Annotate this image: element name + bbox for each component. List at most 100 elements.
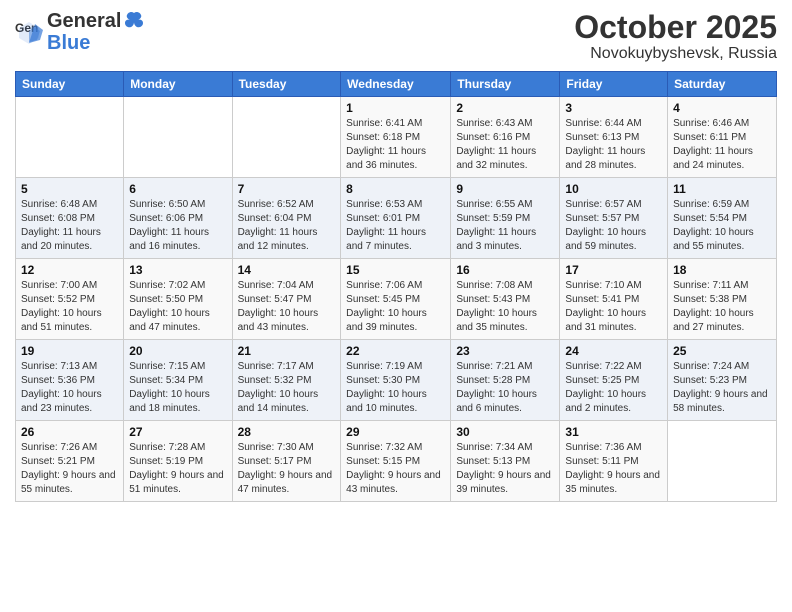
day-number: 5 <box>21 182 118 196</box>
calendar-cell: 15Sunrise: 7:06 AMSunset: 5:45 PMDayligh… <box>341 259 451 340</box>
day-number: 26 <box>21 425 118 439</box>
day-info: Sunrise: 6:59 AMSunset: 5:54 PMDaylight:… <box>673 198 771 254</box>
calendar-cell: 9 Sunrise: 6:55 AMSunset: 5:59 PMDaylight… <box>451 178 560 259</box>
day-number: 12 <box>21 263 118 277</box>
calendar-cell: 26 Sunrise: 7:26 AMSunset: 5:21 PMDayligh… <box>16 421 124 502</box>
calendar-cell: 14 Sunrise: 7:04 AMSunset: 5:47 PMDayligh… <box>232 259 341 340</box>
day-info: Sunrise: 7:17 AMSunset: 5:32 PMDaylight:… <box>238 360 336 416</box>
day-info: Sunrise: 7:36 AMSunset: 5:11 PMDaylight:… <box>565 441 662 497</box>
day-info: Sunrise: 7:10 AMSunset: 5:41 PMDaylight:… <box>565 279 662 335</box>
calendar-cell: 19 Sunrise: 7:13 AMSunset: 5:36 PMDayligh… <box>16 340 124 421</box>
day-info: Sunrise: 7:02 AMSunset: 5:50 PMDaylight:… <box>129 279 226 335</box>
calendar-cell: 31 Sunrise: 7:36 AMSunset: 5:11 PMDayligh… <box>560 421 668 502</box>
day-number: 20 <box>129 344 226 358</box>
day-info: Sunrise: 7:13 AMSunset: 5:36 PMDaylight:… <box>21 360 118 416</box>
location-title: Novokuybyshevsk, Russia <box>574 45 777 63</box>
day-number: 3 <box>565 101 662 115</box>
day-info: Sunrise: 7:04 AMSunset: 5:47 PMDaylight:… <box>238 279 336 335</box>
day-number: 25 <box>673 344 771 358</box>
logo-blue: Blue <box>47 32 145 54</box>
day-header-saturday: Saturday <box>668 72 777 97</box>
day-info: Sunrise: 7:34 AMSunset: 5:13 PMDaylight:… <box>456 441 554 497</box>
day-info: Sunrise: 7:30 AMSunset: 5:17 PMDaylight:… <box>238 441 336 497</box>
logo-text: General Blue <box>47 10 145 54</box>
day-number: 15 <box>346 263 445 277</box>
header: Gen General Blue October 2025 <box>15 10 777 63</box>
calendar-week-2: 5 Sunrise: 6:48 AMSunset: 6:08 PMDaylight… <box>16 178 777 259</box>
calendar-cell: 29 Sunrise: 7:32 AMSunset: 5:15 PMDayligh… <box>341 421 451 502</box>
day-number: 17 <box>565 263 662 277</box>
day-header-friday: Friday <box>560 72 668 97</box>
calendar-cell: 5 Sunrise: 6:48 AMSunset: 6:08 PMDaylight… <box>16 178 124 259</box>
day-header-thursday: Thursday <box>451 72 560 97</box>
day-info: Sunrise: 7:26 AMSunset: 5:21 PMDaylight:… <box>21 441 118 497</box>
calendar-week-5: 26 Sunrise: 7:26 AMSunset: 5:21 PMDayligh… <box>16 421 777 502</box>
day-number: 24 <box>565 344 662 358</box>
page-container: Gen General Blue October 2025 <box>0 0 792 512</box>
day-number: 16 <box>456 263 554 277</box>
calendar-cell: 24Sunrise: 7:22 AMSunset: 5:25 PMDayligh… <box>560 340 668 421</box>
day-number: 13 <box>129 263 226 277</box>
day-info: Sunrise: 7:19 AMSunset: 5:30 PMDaylight:… <box>346 360 445 416</box>
calendar-cell: 1 Sunrise: 6:41 AMSunset: 6:18 PMDaylight… <box>341 97 451 178</box>
day-info: Sunrise: 6:41 AMSunset: 6:18 PMDaylight:… <box>346 117 445 173</box>
logo-icon: Gen <box>15 18 43 46</box>
day-header-sunday: Sunday <box>16 72 124 97</box>
calendar-cell: 3 Sunrise: 6:44 AMSunset: 6:13 PMDaylight… <box>560 97 668 178</box>
day-number: 14 <box>238 263 336 277</box>
calendar-cell: 11Sunrise: 6:59 AMSunset: 5:54 PMDayligh… <box>668 178 777 259</box>
calendar-cell: 30Sunrise: 7:34 AMSunset: 5:13 PMDayligh… <box>451 421 560 502</box>
day-number: 29 <box>346 425 445 439</box>
day-header-tuesday: Tuesday <box>232 72 341 97</box>
calendar-cell: 4 Sunrise: 6:46 AMSunset: 6:11 PMDaylight… <box>668 97 777 178</box>
calendar-cell: 2 Sunrise: 6:43 AMSunset: 6:16 PMDaylight… <box>451 97 560 178</box>
day-info: Sunrise: 7:00 AMSunset: 5:52 PMDaylight:… <box>21 279 118 335</box>
day-number: 1 <box>346 101 445 115</box>
calendar-cell <box>124 97 232 178</box>
calendar-cell: 28Sunrise: 7:30 AMSunset: 5:17 PMDayligh… <box>232 421 341 502</box>
day-info: Sunrise: 7:32 AMSunset: 5:15 PMDaylight:… <box>346 441 445 497</box>
day-number: 31 <box>565 425 662 439</box>
calendar-cell: 21 Sunrise: 7:17 AMSunset: 5:32 PMDayligh… <box>232 340 341 421</box>
day-number: 22 <box>346 344 445 358</box>
day-info: Sunrise: 6:55 AMSunset: 5:59 PMDaylight:… <box>456 198 554 254</box>
day-number: 2 <box>456 101 554 115</box>
day-number: 27 <box>129 425 226 439</box>
day-info: Sunrise: 6:46 AMSunset: 6:11 PMDaylight:… <box>673 117 771 173</box>
day-number: 18 <box>673 263 771 277</box>
calendar-cell: 12 Sunrise: 7:00 AMSunset: 5:52 PMDayligh… <box>16 259 124 340</box>
day-info: Sunrise: 6:43 AMSunset: 6:16 PMDaylight:… <box>456 117 554 173</box>
day-number: 21 <box>238 344 336 358</box>
day-number: 8 <box>346 182 445 196</box>
calendar-cell: 8Sunrise: 6:53 AMSunset: 6:01 PMDaylight… <box>341 178 451 259</box>
calendar-cell: 6Sunrise: 6:50 AMSunset: 6:06 PMDaylight… <box>124 178 232 259</box>
day-number: 19 <box>21 344 118 358</box>
day-number: 10 <box>565 182 662 196</box>
calendar-cell: 18 Sunrise: 7:11 AMSunset: 5:38 PMDayligh… <box>668 259 777 340</box>
day-number: 9 <box>456 182 554 196</box>
calendar-week-3: 12 Sunrise: 7:00 AMSunset: 5:52 PMDayligh… <box>16 259 777 340</box>
day-number: 23 <box>456 344 554 358</box>
day-number: 4 <box>673 101 771 115</box>
day-number: 6 <box>129 182 226 196</box>
calendar-cell: 16Sunrise: 7:08 AMSunset: 5:43 PMDayligh… <box>451 259 560 340</box>
calendar-cell: 20 Sunrise: 7:15 AMSunset: 5:34 PMDayligh… <box>124 340 232 421</box>
day-info: Sunrise: 7:28 AMSunset: 5:19 PMDaylight:… <box>129 441 226 497</box>
calendar-cell <box>668 421 777 502</box>
title-area: October 2025 Novokuybyshevsk, Russia <box>574 10 777 63</box>
calendar-cell <box>16 97 124 178</box>
logo: Gen General Blue <box>15 10 145 54</box>
day-number: 7 <box>238 182 336 196</box>
day-info: Sunrise: 7:11 AMSunset: 5:38 PMDaylight:… <box>673 279 771 335</box>
day-info: Sunrise: 7:24 AMSunset: 5:23 PMDaylight:… <box>673 360 771 416</box>
calendar-table: SundayMondayTuesdayWednesdayThursdayFrid… <box>15 71 777 502</box>
day-info: Sunrise: 6:44 AMSunset: 6:13 PMDaylight:… <box>565 117 662 173</box>
month-title: October 2025 <box>574 10 777 45</box>
day-info: Sunrise: 7:15 AMSunset: 5:34 PMDaylight:… <box>129 360 226 416</box>
day-info: Sunrise: 6:48 AMSunset: 6:08 PMDaylight:… <box>21 198 118 254</box>
day-header-wednesday: Wednesday <box>341 72 451 97</box>
calendar-cell <box>232 97 341 178</box>
day-header-monday: Monday <box>124 72 232 97</box>
calendar-cell: 25 Sunrise: 7:24 AMSunset: 5:23 PMDayligh… <box>668 340 777 421</box>
calendar-cell: 23Sunrise: 7:21 AMSunset: 5:28 PMDayligh… <box>451 340 560 421</box>
